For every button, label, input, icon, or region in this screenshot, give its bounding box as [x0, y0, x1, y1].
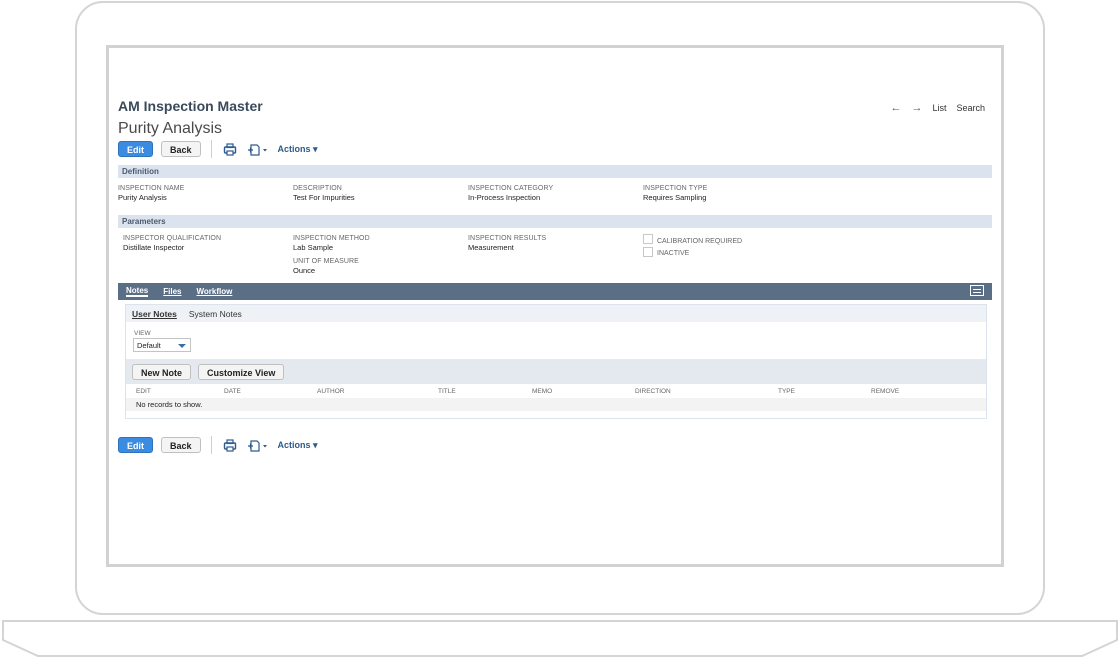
new-record-dropdown-icon[interactable]: [246, 142, 270, 156]
bottom-button-bar: Edit Back Actions ▾: [118, 436, 318, 454]
back-button-bottom[interactable]: Back: [161, 437, 201, 453]
inspection-results-field: INSPECTION RESULTS Measurement: [468, 235, 546, 252]
parameters-section-header: Parameters: [118, 215, 992, 228]
print-icon[interactable]: [222, 438, 238, 452]
unit-of-measure-value: Ounce: [293, 266, 316, 275]
actions-menu[interactable]: Actions ▾: [278, 144, 318, 155]
calibration-required-box[interactable]: [643, 233, 653, 244]
column-edit[interactable]: EDIT: [136, 388, 151, 395]
notes-panel: User Notes System Notes VIEW Default New…: [125, 304, 987, 419]
description-field: DESCRIPTION Test For Impurities: [293, 185, 355, 202]
subtab-system-notes[interactable]: System Notes: [189, 309, 242, 319]
top-button-bar: Edit Back Actions ▾: [118, 140, 318, 158]
inspection-type-value: Requires Sampling: [643, 193, 707, 202]
column-type[interactable]: TYPE: [778, 388, 795, 395]
back-button[interactable]: Back: [161, 141, 201, 157]
inactive-label: INACTIVE: [657, 250, 690, 257]
column-author[interactable]: AUTHOR: [317, 388, 344, 395]
notes-table-header: EDIT DATE AUTHOR TITLE MEMO DIRECTION TY…: [126, 385, 986, 397]
no-records-text: No records to show.: [136, 400, 203, 409]
inactive-checkbox[interactable]: INACTIVE: [643, 246, 689, 257]
edit-button-bottom[interactable]: Edit: [118, 437, 153, 453]
subtab-bar: Notes Files Workflow: [118, 283, 992, 300]
unit-of-measure-field: UNIT OF MEASURE Ounce: [293, 258, 359, 275]
record-nav: ← → List Search: [890, 102, 985, 114]
previous-arrow-icon[interactable]: ←: [890, 102, 901, 114]
laptop-base: [2, 620, 1118, 657]
record-name-title: Purity Analysis: [118, 120, 223, 137]
subtab-user-notes[interactable]: User Notes: [132, 309, 177, 319]
empty-row: [126, 398, 986, 411]
inactive-box[interactable]: [643, 246, 653, 257]
new-note-button[interactable]: New Note: [132, 364, 192, 380]
view-select-value: Default: [137, 341, 161, 350]
calibration-required-checkbox[interactable]: CALIBRATION REQUIRED: [643, 232, 742, 245]
record-type-title: AM Inspection Master: [118, 98, 263, 114]
search-link[interactable]: Search: [956, 103, 985, 113]
calibration-required-label: CALIBRATION REQUIRED: [657, 238, 743, 245]
inspection-name-value: Purity Analysis: [118, 193, 167, 202]
description-value: Test For Impurities: [293, 193, 355, 202]
inspector-qualification-value: Distillate Inspector: [123, 243, 185, 252]
list-menu-icon[interactable]: [970, 285, 984, 296]
customize-view-button[interactable]: Customize View: [198, 364, 285, 380]
new-record-dropdown-icon[interactable]: [246, 438, 270, 452]
dropdown-caret-icon: [178, 344, 186, 348]
print-icon[interactable]: [222, 142, 238, 156]
inspection-type-field: INSPECTION TYPE Requires Sampling: [643, 185, 707, 202]
definition-section-header: Definition: [118, 165, 992, 178]
inspection-method-field: INSPECTION METHOD Lab Sample: [293, 235, 370, 252]
unit-of-measure-label: UNIT OF MEASURE: [293, 258, 359, 265]
inspection-category-field: INSPECTION CATEGORY In-Process Inspectio…: [468, 185, 553, 202]
edit-button[interactable]: Edit: [118, 141, 153, 157]
inspector-qualification-field: INSPECTOR QUALIFICATION Distillate Inspe…: [123, 235, 221, 252]
view-select[interactable]: Default: [133, 338, 191, 352]
inspection-method-label: INSPECTION METHOD: [293, 235, 370, 242]
column-date[interactable]: DATE: [224, 388, 241, 395]
description-label: DESCRIPTION: [293, 185, 342, 192]
inspection-category-label: INSPECTION CATEGORY: [468, 185, 554, 192]
tab-notes[interactable]: Notes: [126, 286, 149, 297]
next-arrow-icon[interactable]: →: [911, 102, 922, 114]
notes-toolbar: New Note Customize View: [126, 359, 986, 384]
inspection-name-label: INSPECTION NAME: [118, 185, 185, 192]
inspection-results-value: Measurement: [468, 243, 514, 252]
notes-subtabs: User Notes System Notes: [126, 305, 986, 322]
inspector-qualification-label: INSPECTOR QUALIFICATION: [123, 235, 222, 242]
view-label: VIEW: [134, 330, 151, 337]
list-link[interactable]: List: [932, 103, 946, 113]
toolbar-divider-bottom: [210, 436, 212, 454]
inspection-name-field: INSPECTION NAME Purity Analysis: [118, 185, 184, 202]
toolbar-divider: [210, 140, 212, 158]
tab-files[interactable]: Files: [163, 287, 181, 296]
inspection-method-value: Lab Sample: [293, 243, 334, 252]
tab-workflow[interactable]: Workflow: [196, 287, 232, 296]
column-direction[interactable]: DIRECTION: [635, 388, 671, 395]
inspection-category-value: In-Process Inspection: [468, 193, 541, 202]
inspection-type-label: INSPECTION TYPE: [643, 185, 708, 192]
column-title[interactable]: TITLE: [438, 388, 456, 395]
app-screen: AM Inspection Master Purity Analysis ← →…: [106, 45, 1004, 567]
inspection-results-label: INSPECTION RESULTS: [468, 235, 547, 242]
column-memo[interactable]: MEMO: [532, 388, 552, 395]
actions-menu-bottom[interactable]: Actions ▾: [278, 440, 318, 451]
column-remove[interactable]: REMOVE: [871, 388, 899, 395]
